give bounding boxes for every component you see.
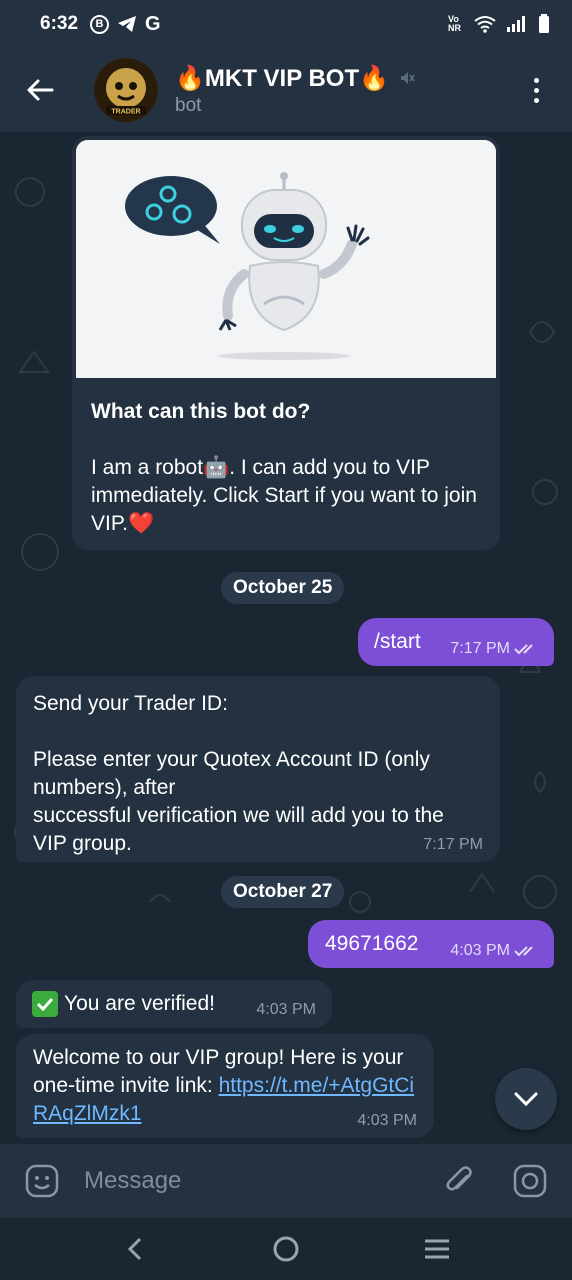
double-check-icon [514,644,533,655]
bot-intro-card: What can this bot do? I am a robot🤖. I c… [72,136,500,550]
message-line-3: successful verification we will add you … [33,804,444,855]
scroll-down-button[interactable] [495,1068,557,1130]
chat-subtitle: bot [175,94,202,116]
message-input[interactable] [84,1167,436,1195]
nav-back-icon [128,1237,142,1261]
robot-illustration-image [76,140,496,378]
check-mark-icon [32,991,58,1017]
attach-button[interactable] [436,1157,484,1205]
status-bar: 6:32 B G Vo NR [0,0,572,48]
message-input-bar [0,1144,572,1218]
chat-area[interactable]: What can this bot do? I am a robot🤖. I c… [0,132,572,1144]
date-separator: October 25 [221,572,345,604]
attach-icon [446,1166,472,1191]
avatar-image: TRADER [94,58,158,122]
robot-illustration [76,140,496,378]
message-line-1: Send your Trader ID: [33,692,228,715]
double-check-icon [514,946,533,957]
status-time: 6:32 [40,13,79,34]
telegram-icon [118,16,137,32]
message-in[interactable]: Send your Trader ID: Please enter your Q… [16,676,500,862]
message-time: 7:17 PM [423,836,483,853]
nav-home-button[interactable] [256,1224,316,1274]
wifi-icon [474,16,496,33]
intro-heading: What can this bot do? [91,400,311,423]
message-text: 49671662 [325,932,419,955]
time-label: 4:03 PM [450,942,510,959]
bot-avatar[interactable]: TRADER [94,58,158,122]
battery-icon [539,14,549,33]
intro-text: I am a robot🤖. I can add you to VIP imme… [91,456,477,535]
chat-header: TRADER 🔥MKT VIP BOT🔥 bot [0,48,572,132]
signal-icon [507,16,525,32]
emoji-icon [25,1164,59,1198]
nav-back-button[interactable] [105,1224,165,1274]
google-icon: G [145,12,161,35]
date-separator: October 27 [221,876,345,908]
system-nav-bar [0,1218,572,1280]
message-in[interactable]: You are verified! 4:03 PM [16,980,332,1028]
message-time: 4:03 PM [450,942,540,960]
message-text: /start [374,630,421,653]
chevron-down-icon [514,1092,538,1107]
nav-home-icon [273,1236,299,1262]
muted-icon [401,72,415,84]
more-menu-button[interactable] [500,48,572,132]
message-time: 4:03 PM [256,1001,316,1018]
camera-icon [513,1164,547,1198]
message-time: 7:17 PM [450,640,540,658]
back-arrow-icon [27,79,54,101]
message-time: 4:03 PM [357,1112,417,1129]
b-app-icon: B [90,14,110,34]
message-line-2: Please enter your Quotex Account ID (onl… [33,748,430,799]
camera-button[interactable] [506,1157,554,1205]
network-label: Vo NR [448,14,461,33]
more-vert-icon [533,77,539,103]
emoji-button[interactable] [18,1157,66,1205]
chat-title: 🔥MKT VIP BOT🔥 [175,64,389,92]
nav-recents-icon [424,1239,449,1259]
back-button[interactable] [0,48,80,132]
message-text: You are verified! [64,992,215,1015]
nav-recents-button[interactable] [407,1224,467,1274]
title-block[interactable]: 🔥MKT VIP BOT🔥 bot [175,64,415,117]
avatar-text: TRADER [111,109,140,116]
message-out[interactable]: 49671662 4:03 PM [308,920,554,968]
message-out[interactable]: /start 7:17 PM [358,618,554,666]
time-label: 7:17 PM [450,640,510,657]
message-in[interactable]: Welcome to our VIP group! Here is your o… [16,1034,434,1138]
